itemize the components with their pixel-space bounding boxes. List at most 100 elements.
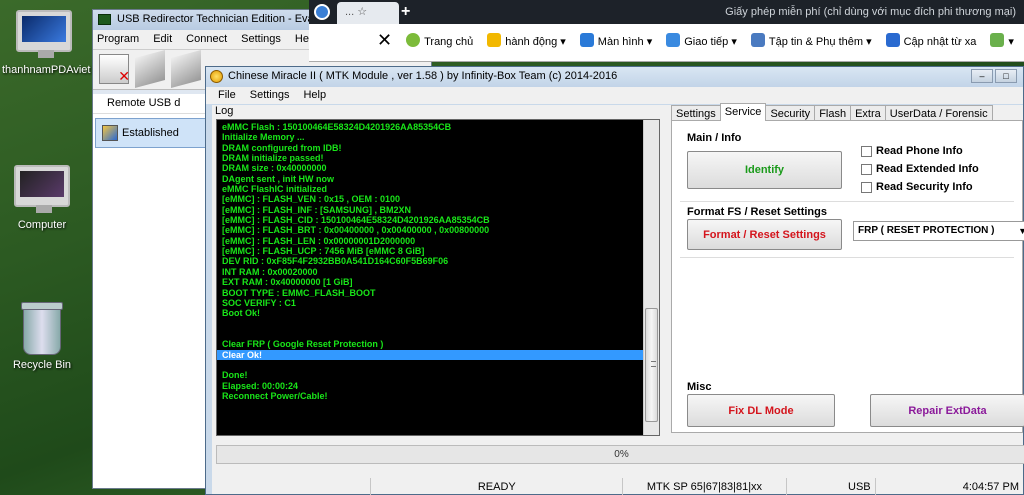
log-line: DRAM configured from IDB! <box>222 142 342 153</box>
log-line: Done! <box>222 370 248 381</box>
action-button[interactable]: hành động ▾ <box>487 32 566 48</box>
read-phone-info-checkbox[interactable]: Read Phone Info <box>861 145 963 157</box>
tab-settings[interactable]: Settings <box>671 105 721 121</box>
maximize-button[interactable]: □ <box>995 69 1017 83</box>
connection-item[interactable]: Established <box>95 118 206 148</box>
download-icon <box>885 32 900 47</box>
log-line: [eMMC] : FLASH_UCP : 7456 MiB [eMMC 8 Gi… <box>222 246 425 257</box>
remote-usb-header[interactable]: Remote USB d <box>93 94 208 114</box>
communicate-button[interactable]: Giao tiếp ▾ <box>666 32 737 48</box>
home-label: Trang chủ <box>424 35 474 48</box>
log-output[interactable]: eMMC Flash : 150100464E58324D4201926AA85… <box>216 119 660 436</box>
repair-extdata-button[interactable]: Repair ExtData <box>870 394 1024 427</box>
log-line: [eMMC] : FLASH_BRT : 0x00400000 , 0x0040… <box>222 225 490 236</box>
log-line: Reconnect Power/Cable! <box>222 390 328 401</box>
computer-icon <box>14 165 70 215</box>
files-icon <box>750 32 765 47</box>
format-reset-button[interactable]: Format / Reset Settings <box>687 219 842 250</box>
usb-plug-icon[interactable] <box>171 49 201 89</box>
cm-menubar: File Settings Help <box>206 87 1023 104</box>
browser-toolbar: ✕ Trang chủ hành động ▾ Màn hình ▾ Giao … <box>309 24 1024 56</box>
action-label: hành động <box>505 35 558 48</box>
desktop-icon-label: thanhnamPDAviet <box>2 64 91 76</box>
read-security-info-checkbox[interactable]: Read Security Info <box>861 181 973 193</box>
menu-settings[interactable]: Settings <box>241 33 281 46</box>
identify-button[interactable]: Identify <box>687 151 842 189</box>
format-title: Format FS / Reset Settings <box>687 206 827 218</box>
tab-userdata-forensic[interactable]: UserData / Forensic <box>884 105 993 121</box>
progress-bar: 0% <box>216 445 1024 464</box>
log-line: Elapsed: 00:00:24 <box>222 380 299 391</box>
usb-redirector-icon <box>98 14 111 25</box>
disconnect-icon[interactable] <box>99 54 130 85</box>
cm-window-title: Chinese Miracle II ( MTK Module , ver 1.… <box>228 70 618 82</box>
tab-strip: Settings Service Security Flash Extra Us… <box>671 103 993 121</box>
select-value: FRP ( RESET PROTECTION ) <box>858 225 995 236</box>
log-line: [eMMC] : FLASH_VEN : 0x15 , OEM : 0100 <box>222 194 401 205</box>
communicate-icon <box>666 32 681 47</box>
chevron-down-icon: ▼ <box>1018 226 1024 236</box>
menu-help[interactable]: Help <box>303 89 326 102</box>
log-line: [eMMC] : FLASH_CID : 150100464E58324D420… <box>222 215 490 226</box>
connection-status: Established <box>122 127 179 139</box>
desktop-icon-pdaviet[interactable]: thanhnamPDAviet <box>2 10 91 76</box>
window-controls: – □ <box>971 69 1017 83</box>
new-tab-icon[interactable]: + <box>401 3 410 21</box>
windows-icon <box>102 125 118 141</box>
tab-security[interactable]: Security <box>765 105 816 121</box>
main-info-title: Main / Info <box>687 132 742 144</box>
license-notice: Giấy phép miễn phí (chỉ dùng với mục đíc… <box>725 6 1016 18</box>
log-line: Boot Ok! <box>222 308 260 319</box>
download-button[interactable]: Cập nhật từ xa <box>885 32 977 48</box>
usb-plug-icon[interactable] <box>135 49 165 89</box>
log-scrollbar[interactable] <box>643 120 659 435</box>
scrollbar-thumb[interactable] <box>645 308 658 422</box>
minimize-button[interactable]: – <box>971 69 993 83</box>
download-label: Cập nhật từ xa <box>903 35 977 48</box>
monitor-icon <box>579 32 594 47</box>
log-line: DAgent sent , init HW now <box>222 173 334 184</box>
star-icon[interactable]: ☆ <box>357 6 367 18</box>
menu-edit[interactable]: Edit <box>153 33 172 46</box>
log-lines: eMMC Flash : 150100464E58324D4201926AA85… <box>217 120 650 401</box>
menu-connect[interactable]: Connect <box>186 33 227 46</box>
reset-type-select[interactable]: FRP ( RESET PROTECTION ) ▼ <box>853 221 1024 241</box>
checkbox-label: Read Extended Info <box>876 163 979 175</box>
service-panel: Main / Info Identify Read Phone Info Rea… <box>671 120 1024 433</box>
browser-tab[interactable]: ... ☆ <box>337 2 399 24</box>
desktop-icon-computer[interactable]: Computer <box>0 165 84 231</box>
log-line: eMMC Flash : 150100464E58324D4201926AA85… <box>222 122 452 132</box>
usb-window-title: USB Redirector Technician Edition - Eval… <box>117 13 340 25</box>
cm-titlebar[interactable]: Chinese Miracle II ( MTK Module , ver 1.… <box>206 67 1023 87</box>
monitor-button[interactable]: Màn hình ▾ <box>579 32 652 48</box>
log-line: [eMMC] : FLASH_INF : [SAMSUNG] , BM2XN <box>222 204 411 215</box>
log-line: [eMMC] : FLASH_LEN : 0x00000001D2000000 <box>222 235 416 246</box>
menu-settings[interactable]: Settings <box>250 89 290 102</box>
files-button[interactable]: Tập tin & Phụ thêm ▾ <box>750 32 872 48</box>
log-line: Clear Ok! <box>217 349 650 360</box>
menu-program[interactable]: Program <box>97 33 139 46</box>
desktop-icon-recycle-bin[interactable]: Recycle Bin <box>0 302 84 371</box>
home-button[interactable]: Trang chủ <box>406 32 474 48</box>
home-icon <box>406 32 421 47</box>
log-line: Clear FRP ( Google Reset Protection ) <box>222 339 384 350</box>
tab-service[interactable]: Service <box>719 103 767 121</box>
tab-flash[interactable]: Flash <box>814 105 852 121</box>
tab-extra[interactable]: Extra <box>850 105 886 121</box>
progress-text: 0% <box>614 449 629 460</box>
browser-tabbar: ... ☆ + Giấy phép miễn phí (chỉ dùng với… <box>309 0 1024 24</box>
status-port-info: MTK SP 65|67|83|81|xx <box>622 478 785 495</box>
chat-icon[interactable]: ▾ <box>990 32 1014 48</box>
read-extended-info-checkbox[interactable]: Read Extended Info <box>861 163 979 175</box>
close-icon[interactable]: ✕ <box>377 30 392 51</box>
log-label: Log <box>215 105 234 117</box>
log-line: DRAM initialize passed! <box>222 153 324 164</box>
fix-dl-mode-button[interactable]: Fix DL Mode <box>687 394 835 427</box>
files-label: Tập tin & Phụ thêm <box>768 35 864 48</box>
menu-file[interactable]: File <box>218 89 236 102</box>
log-line: Initialize Memory ... <box>222 132 305 143</box>
browser-window: ... ☆ + Giấy phép miễn phí (chỉ dùng với… <box>309 0 1024 62</box>
